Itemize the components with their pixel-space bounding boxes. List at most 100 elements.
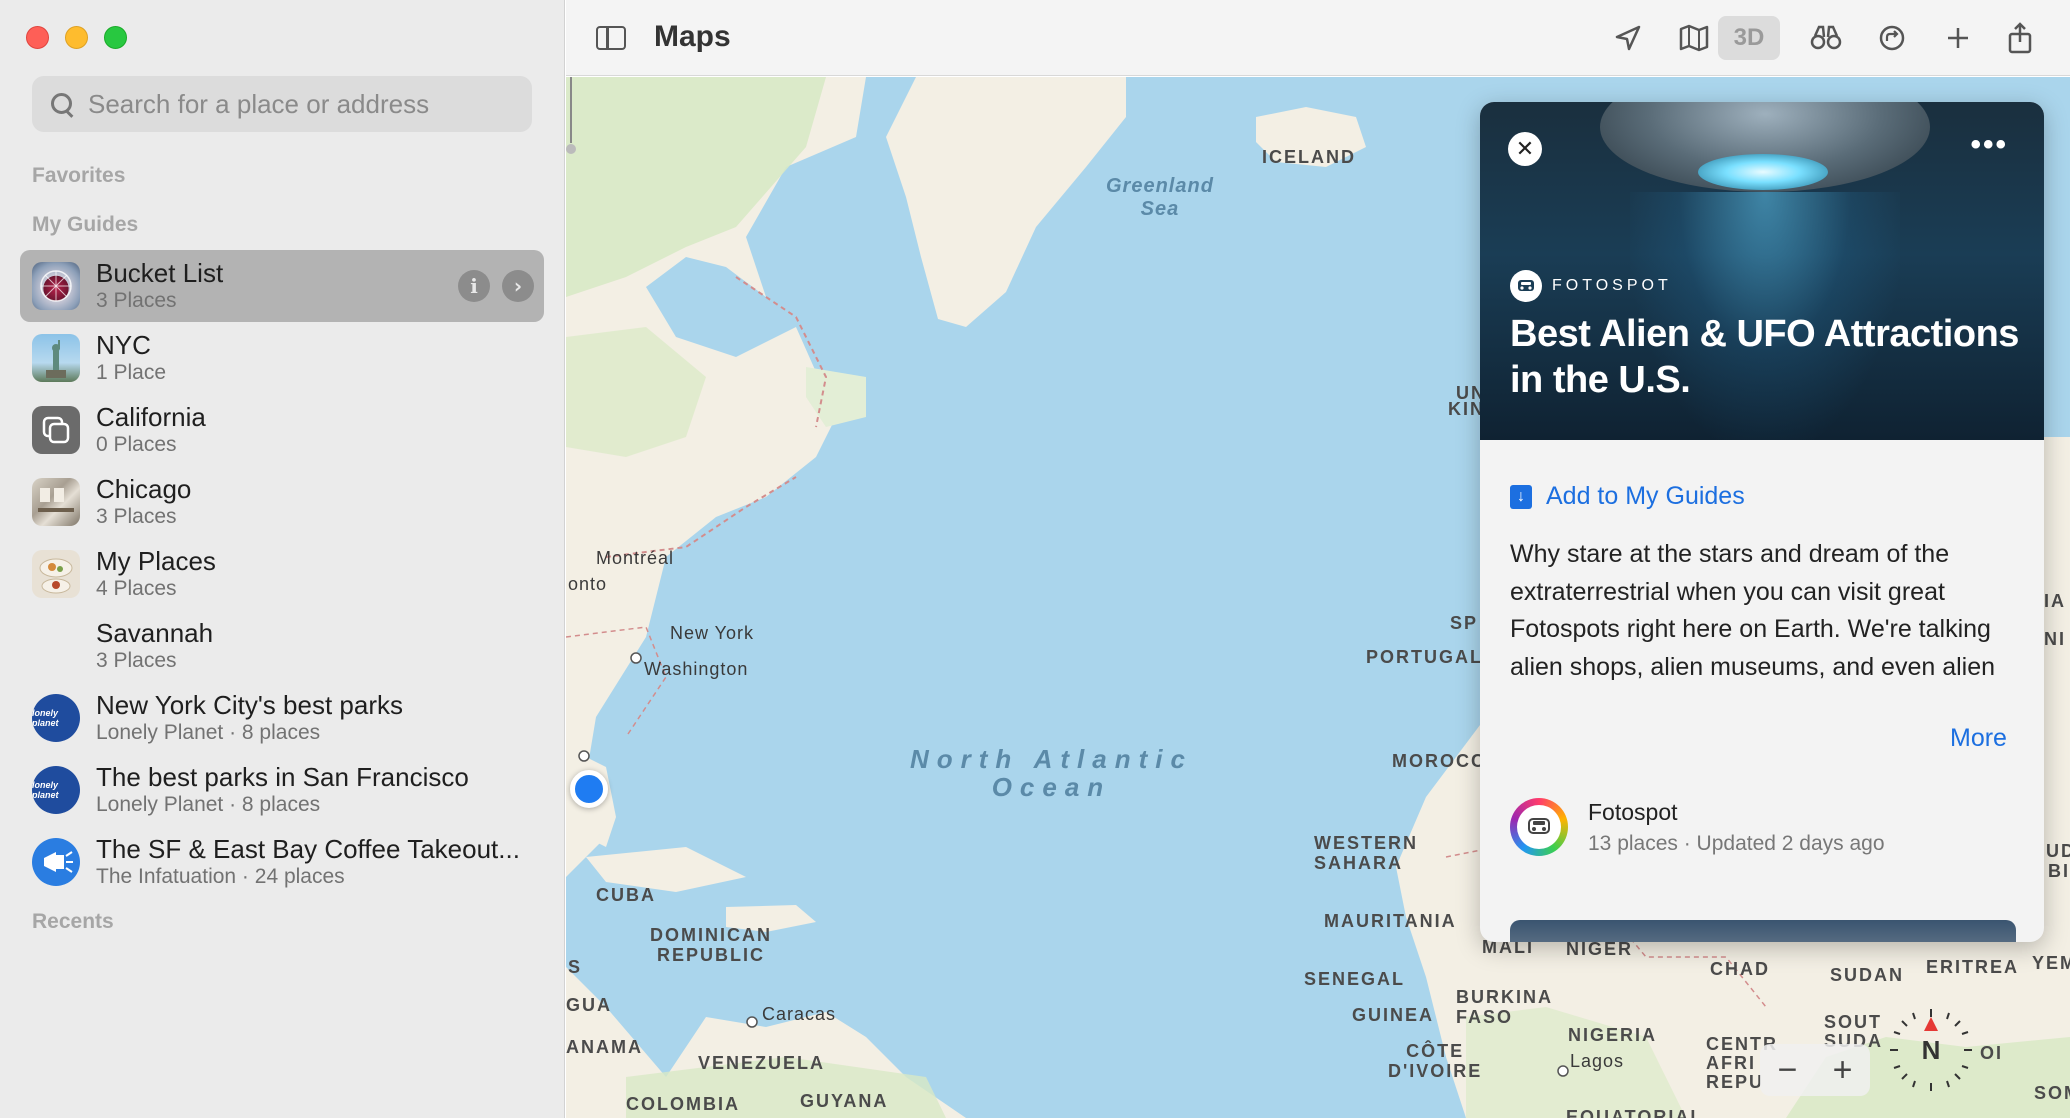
lonely-planet-logo: lonely planet xyxy=(32,694,80,742)
publisher-brand: FOTOSPOT xyxy=(1510,270,1672,302)
megaphone-logo xyxy=(32,838,80,886)
minimize-window-button[interactable] xyxy=(65,26,88,49)
guide-item-chicago[interactable]: Chicago 3 Places xyxy=(20,466,544,538)
map-label-honduras: S xyxy=(568,957,583,977)
guide-title: My Places xyxy=(96,545,216,576)
guide-item-nyc[interactable]: NYC 1 Place xyxy=(20,322,544,394)
app-title: Maps xyxy=(654,20,731,53)
map-label-nicaragua: GUA xyxy=(566,995,612,1015)
map-label-cuba: CUBA xyxy=(596,885,656,905)
guide-title: Bucket List xyxy=(96,257,224,288)
look-around-binoculars-icon[interactable] xyxy=(1804,16,1848,60)
toolbar: Maps 3D xyxy=(566,0,2070,76)
add-to-my-guides-button[interactable]: ↓ Add to My Guides xyxy=(1510,482,1745,511)
guide-subtitle: 3 Places xyxy=(96,288,177,312)
location-arrow-icon[interactable] xyxy=(1606,16,1650,60)
savannah-thumbnail xyxy=(32,622,80,670)
search-field[interactable] xyxy=(32,76,532,132)
fotospot-logo-icon xyxy=(1517,805,1561,849)
map-label-panama: ANAMA xyxy=(566,1037,643,1057)
favorites-section-label[interactable]: Favorites xyxy=(32,164,125,188)
zoom-window-button[interactable] xyxy=(104,26,127,49)
map-label-new-york: New York xyxy=(670,623,755,643)
map-label-yemen: YEM xyxy=(2032,953,2070,973)
guide-subtitle: Lonely Planet · 8 places xyxy=(96,720,321,744)
map-label-western-sahara: WESTERN SAHARA xyxy=(1314,833,1418,873)
more-options-icon[interactable]: ••• xyxy=(1970,128,2008,162)
publisher-row[interactable]: Fotospot 13 places · Updated 2 days ago xyxy=(1510,798,1885,856)
guide-item-savannah[interactable]: Savannah 3 Places xyxy=(20,610,544,682)
guide-subtitle: 1 Place xyxy=(96,360,167,384)
map-label-right-edge-3: OI xyxy=(1980,1043,2004,1063)
map-label-guyana: GUYANA xyxy=(800,1091,889,1111)
guide-title: The SF & East Bay Coffee Takeout... xyxy=(96,833,520,864)
guide-title: Savannah xyxy=(96,617,214,648)
map-label-mauritania: MAURITANIA xyxy=(1324,911,1457,931)
guide-item-nyc-best-parks[interactable]: lonely planet New York City's best parks… xyxy=(20,682,544,754)
map-label-sudan: SUDAN xyxy=(1830,965,1905,985)
brand-name: FOTOSPOT xyxy=(1552,277,1672,294)
ufo-light xyxy=(1698,154,1828,190)
map-label-chad: CHAD xyxy=(1710,959,1770,979)
map-label-greenland-sea: Greenland Sea xyxy=(1106,175,1214,220)
close-icon[interactable]: ✕ xyxy=(1508,132,1542,166)
guide-subtitle: 0 Places xyxy=(96,432,177,456)
download-icon: ↓ xyxy=(1510,484,1532,509)
map-label-senegal: SENEGAL xyxy=(1304,969,1406,989)
map-label-niger: NIGER xyxy=(1566,939,1634,959)
chicago-thumbnail xyxy=(32,478,80,526)
map-label-nigeria: NIGERIA xyxy=(1568,1025,1658,1045)
guide-list: Bucket List 3 Places i › NYC 1 Place Cal… xyxy=(20,250,544,898)
guide-title: Best Alien & UFO Attractions in the U.S. xyxy=(1510,313,2019,401)
share-icon[interactable] xyxy=(1998,16,2042,60)
compass-control[interactable]: N xyxy=(1886,1005,1976,1095)
guide-subtitle: 3 Places xyxy=(96,648,177,672)
guide-subtitle: 4 Places xyxy=(96,576,177,600)
map-label-guinea: GUINEA xyxy=(1352,1005,1435,1025)
guide-title: NYC xyxy=(96,329,151,360)
map-label-ethiopia-2: NI xyxy=(2044,629,2066,649)
compass-north-label: N xyxy=(1921,1035,1941,1065)
guide-title: New York City's best parks xyxy=(96,689,403,720)
3d-view-button[interactable]: 3D xyxy=(1718,16,1780,60)
share-eta-icon[interactable] xyxy=(1870,16,1914,60)
my-places-thumbnail xyxy=(32,550,80,598)
publisher-meta: 13 places · Updated 2 days ago xyxy=(1588,831,1885,855)
bucket-list-thumbnail xyxy=(32,262,80,310)
guide-item-bucket-list[interactable]: Bucket List 3 Places i › xyxy=(20,250,544,322)
more-link[interactable]: More xyxy=(1950,724,2007,753)
publisher-avatar xyxy=(1510,798,1568,856)
guide-subtitle: The Infatuation · 24 places xyxy=(96,864,345,888)
zoom-in-button[interactable]: + xyxy=(1833,1051,1853,1090)
map-mode-icon[interactable] xyxy=(1672,16,1716,60)
guide-title: Chicago xyxy=(96,473,192,504)
guide-item-california[interactable]: California 0 Places xyxy=(20,394,544,466)
my-guides-section-label[interactable]: My Guides xyxy=(32,213,138,237)
sidebar-toggle-icon[interactable] xyxy=(596,26,626,50)
recents-section-label[interactable]: Recents xyxy=(32,910,114,934)
search-input[interactable] xyxy=(88,88,508,120)
guide-title: The best parks in San Francisco xyxy=(96,761,469,792)
info-icon[interactable]: i xyxy=(458,270,490,302)
search-icon xyxy=(48,90,76,118)
map-label-ethiopia-1: IA xyxy=(2044,591,2066,611)
guide-item-sf-coffee-takeout[interactable]: The SF & East Bay Coffee Takeout... The … xyxy=(20,826,544,898)
guide-item-sf-best-parks[interactable]: lonely planet The best parks in San Fran… xyxy=(20,754,544,826)
pitch-slider[interactable] xyxy=(566,77,576,157)
lonely-planet-logo: lonely planet xyxy=(32,766,80,814)
current-location-marker[interactable] xyxy=(570,770,608,808)
map-label-dominican-republic: DOMINICAN REPUBLIC xyxy=(650,925,772,965)
map-label-washington: Washington xyxy=(644,659,749,679)
chevron-right-icon[interactable]: › xyxy=(502,270,534,302)
map-label-colombia: COLOMBIA xyxy=(626,1094,740,1114)
map-label-lagos: Lagos xyxy=(1570,1051,1625,1071)
close-window-button[interactable] xyxy=(26,26,49,49)
map-label-montreal: Montréal xyxy=(596,548,675,568)
add-icon[interactable] xyxy=(1936,16,1980,60)
guide-item-my-places[interactable]: My Places 4 Places xyxy=(20,538,544,610)
zoom-control: − + xyxy=(1760,1044,1870,1096)
map-label-eritrea: ERITREA xyxy=(1926,957,2020,977)
guide-stack-icon xyxy=(32,406,80,454)
zoom-out-button[interactable]: − xyxy=(1778,1051,1798,1090)
next-item-preview xyxy=(1510,920,2016,942)
